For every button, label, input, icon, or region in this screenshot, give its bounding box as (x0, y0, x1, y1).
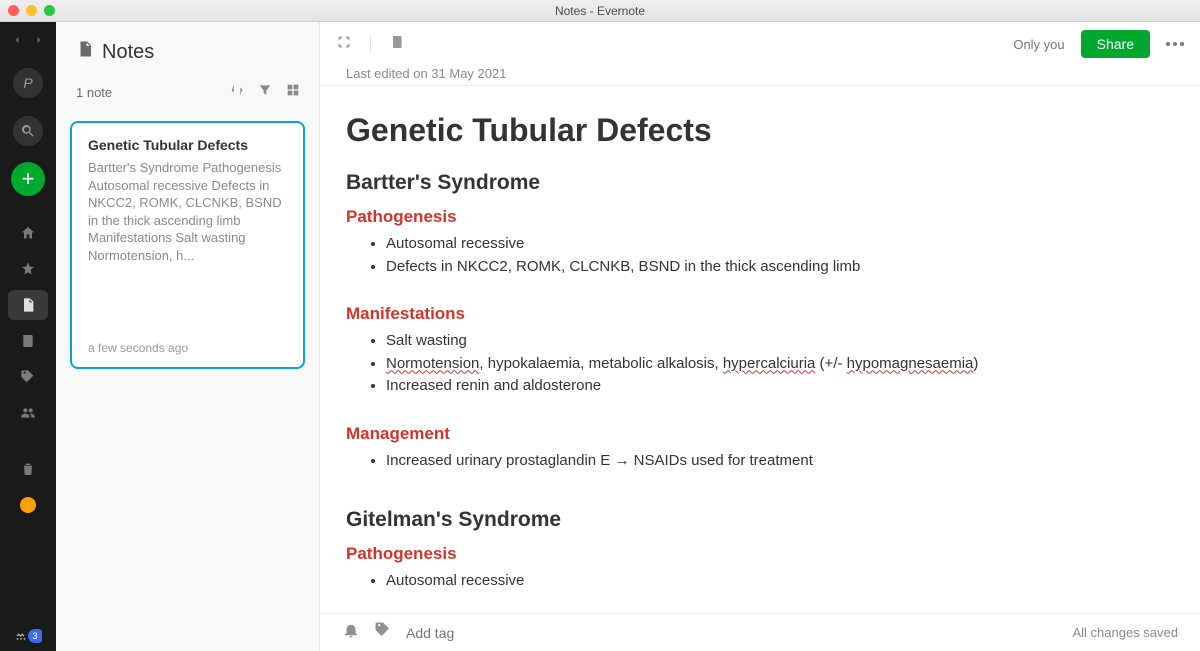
note-content-area[interactable]: Genetic Tubular Defects Bartter's Syndro… (320, 86, 1200, 613)
sync-count-badge: 3 (28, 629, 42, 643)
note-card[interactable]: Genetic Tubular Defects Bartter's Syndro… (70, 121, 305, 369)
save-status-label: All changes saved (1072, 625, 1178, 640)
sidebar-item-shared[interactable] (8, 398, 48, 428)
sidebar-item-notes[interactable] (8, 290, 48, 320)
heading-gitelman[interactable]: Gitelman's Syndrome (346, 508, 1140, 532)
nav-back-icon[interactable] (11, 33, 23, 51)
document-title[interactable]: Genetic Tubular Defects (346, 112, 1140, 149)
bullet-item[interactable]: Increased urinary prostaglandin E → NSAI… (386, 450, 1140, 473)
nav-forward-icon[interactable] (33, 33, 45, 51)
share-status-label[interactable]: Only you (1013, 37, 1064, 52)
toolbar-divider (370, 35, 371, 53)
note-card-preview: Bartter's Syndrome Pathogenesis Autosoma… (88, 159, 287, 331)
sidebar-item-tags[interactable] (8, 362, 48, 392)
new-note-button[interactable]: + (11, 162, 45, 196)
expand-icon[interactable] (336, 34, 352, 55)
minimize-window-icon[interactable] (26, 5, 37, 16)
bullet-item[interactable]: Normotension, hypokalaemia, metabolic al… (386, 353, 1140, 376)
bullet-item[interactable]: Increased renin and aldosterone (386, 375, 1140, 398)
last-edited-label: Last edited on 31 May 2021 (320, 66, 1200, 85)
window-title: Notes - Evernote (8, 4, 1192, 18)
view-grid-icon[interactable] (285, 82, 301, 103)
window-titlebar: Notes - Evernote (0, 0, 1200, 22)
tag-icon[interactable] (374, 621, 392, 644)
sidebar-rail: P + (0, 22, 56, 651)
subheading-manifestations[interactable]: Manifestations (346, 304, 1140, 324)
reminder-icon[interactable] (342, 621, 360, 644)
account-avatar[interactable]: P (13, 68, 43, 98)
sort-icon[interactable] (229, 82, 245, 103)
heading-bartter[interactable]: Bartter's Syndrome (346, 171, 1140, 195)
sync-status-button[interactable]: 3 (14, 629, 42, 643)
note-editor: Only you Share Last edited on 31 May 202… (320, 22, 1200, 651)
more-actions-button[interactable] (1166, 42, 1184, 46)
add-tag-input[interactable] (406, 625, 606, 641)
note-card-title: Genetic Tubular Defects (88, 137, 287, 153)
note-list-panel: Notes 1 note Genetic Tubular Defects Bar… (56, 22, 320, 651)
bullet-item[interactable]: Autosomal recessive (386, 233, 1140, 256)
search-button[interactable] (13, 116, 43, 146)
notebook-icon[interactable] (389, 34, 405, 55)
bullet-item[interactable]: Salt wasting (386, 330, 1140, 353)
sidebar-item-home[interactable] (8, 218, 48, 248)
subheading-pathogenesis-2[interactable]: Pathogenesis (346, 544, 1140, 564)
note-list-title: Notes (102, 41, 154, 64)
bullet-item[interactable]: Autosomal recessive (386, 570, 1140, 593)
subheading-management[interactable]: Management (346, 424, 1140, 444)
sidebar-item-trash[interactable] (8, 454, 48, 484)
bullet-item[interactable]: Defects in NKCC2, ROMK, CLCNKB, BSND in … (386, 256, 1140, 279)
close-window-icon[interactable] (8, 5, 19, 16)
sidebar-item-upgrade[interactable] (8, 490, 48, 520)
sidebar-item-shortcuts[interactable] (8, 254, 48, 284)
maximize-window-icon[interactable] (44, 5, 55, 16)
upgrade-icon (20, 497, 36, 513)
notes-icon (76, 40, 94, 64)
note-count-label: 1 note (76, 85, 112, 100)
note-card-time: a few seconds ago (88, 341, 287, 355)
subheading-pathogenesis[interactable]: Pathogenesis (346, 207, 1140, 227)
sidebar-item-notebooks[interactable] (8, 326, 48, 356)
share-button[interactable]: Share (1081, 30, 1150, 58)
filter-icon[interactable] (257, 82, 273, 103)
